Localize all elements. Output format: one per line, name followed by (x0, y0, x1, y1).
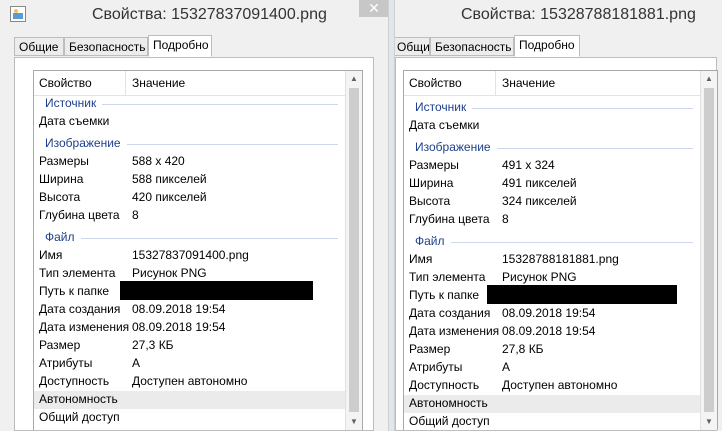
scroll-thumb[interactable] (349, 88, 359, 412)
redacted-path (487, 285, 677, 304)
row-offline[interactable]: Автономность (404, 395, 701, 413)
row-name[interactable]: Имя 15328788181881.png (404, 251, 701, 269)
scroll-up-icon[interactable]: ▲ (701, 71, 717, 87)
row-folder-path[interactable]: Путь к папке (34, 281, 346, 301)
group-image: Изображение (34, 135, 346, 153)
title-bar: Свойства: 15328788181881.png (395, 0, 722, 32)
details-panel: Свойство Значение Источник Дата съемки И… (14, 57, 374, 431)
column-header-property[interactable]: Свойство (39, 76, 92, 90)
group-divider (45, 238, 338, 239)
row-folder-path[interactable]: Путь к папке (404, 285, 701, 305)
window-title: Свойства: 15328788181881.png (461, 6, 696, 23)
row-date-modified[interactable]: Дата изменения 08.09.2018 19:54 (34, 319, 346, 337)
row-attributes[interactable]: Атрибуты A (34, 355, 346, 373)
details-panel: Свойство Значение Источник Дата съемки И… (395, 57, 718, 431)
row-shared[interactable]: Общий доступ (34, 409, 346, 427)
scroll-up-icon[interactable]: ▲ (346, 71, 362, 87)
row-availability[interactable]: Доступность Доступен автономно (34, 373, 346, 391)
group-source: Источник (404, 99, 701, 117)
scroll-down-icon[interactable]: ▼ (346, 414, 362, 430)
group-file: Файл (34, 229, 346, 247)
group-file: Файл (404, 233, 701, 251)
row-size[interactable]: Размер 27,8 КБ (404, 341, 701, 359)
list-header: Свойство Значение (34, 71, 362, 96)
properties-list[interactable]: Свойство Значение Источник Дата съемки И… (403, 70, 718, 430)
row-bit-depth[interactable]: Глубина цвета 8 (34, 207, 346, 225)
group-divider (415, 242, 693, 243)
properties-list[interactable]: Свойство Значение Источник Дата съемки И… (33, 70, 363, 430)
properties-window-2: Свойства: 15328788181881.png Общие Безоп… (394, 0, 722, 431)
vertical-scrollbar[interactable]: ▲ ▼ (700, 71, 717, 430)
redacted-path (120, 281, 313, 300)
row-date-taken[interactable]: Дата съемки (34, 113, 346, 131)
row-shared[interactable]: Общий доступ (404, 413, 701, 430)
row-dimensions[interactable]: Размеры 588 x 420 (34, 153, 346, 171)
title-bar: Свойства: 15327837091400.png ✕ (0, 0, 388, 32)
window-title: Свойства: 15327837091400.png (92, 6, 327, 23)
group-source: Источник (34, 95, 346, 113)
tab-details[interactable]: Подробно (148, 35, 212, 57)
scroll-down-icon[interactable]: ▼ (701, 414, 717, 430)
row-width[interactable]: Ширина 588 пикселей (34, 171, 346, 189)
row-date-created[interactable]: Дата создания 08.09.2018 19:54 (34, 301, 346, 319)
row-size[interactable]: Размер 27,3 КБ (34, 337, 346, 355)
row-date-modified[interactable]: Дата изменения 08.09.2018 19:54 (404, 323, 701, 341)
tab-general[interactable]: Общие (14, 37, 64, 56)
row-date-taken[interactable]: Дата съемки (404, 117, 701, 135)
close-button[interactable]: ✕ (359, 0, 388, 17)
image-file-icon (10, 6, 26, 22)
row-name[interactable]: Имя 15327837091400.png (34, 247, 346, 265)
vertical-scrollbar[interactable]: ▲ ▼ (345, 71, 362, 430)
row-height[interactable]: Высота 324 пикселей (404, 193, 701, 211)
tab-security[interactable]: Безопасность (64, 37, 148, 56)
column-divider[interactable] (125, 71, 126, 95)
column-divider[interactable] (495, 71, 496, 95)
row-offline[interactable]: Автономность (34, 391, 346, 409)
row-dimensions[interactable]: Размеры 491 x 324 (404, 157, 701, 175)
row-height[interactable]: Высота 420 пикселей (34, 189, 346, 207)
tab-details[interactable]: Подробно (514, 35, 580, 57)
properties-window-1: Свойства: 15327837091400.png ✕ Общие Без… (0, 0, 389, 431)
row-bit-depth[interactable]: Глубина цвета 8 (404, 211, 701, 229)
row-width[interactable]: Ширина 491 пикселей (404, 175, 701, 193)
row-attributes[interactable]: Атрибуты A (404, 359, 701, 377)
column-header-value[interactable]: Значение (502, 76, 555, 90)
group-image: Изображение (404, 139, 701, 157)
tab-general[interactable]: Общие (395, 37, 436, 56)
scroll-thumb[interactable] (704, 88, 714, 412)
column-header-value[interactable]: Значение (132, 76, 185, 90)
column-header-property[interactable]: Свойство (409, 76, 462, 90)
row-date-created[interactable]: Дата создания 08.09.2018 19:54 (404, 305, 701, 323)
row-availability[interactable]: Доступность Доступен автономно (404, 377, 701, 395)
list-header: Свойство Значение (404, 71, 717, 96)
tab-security[interactable]: Безопасность (430, 37, 514, 56)
